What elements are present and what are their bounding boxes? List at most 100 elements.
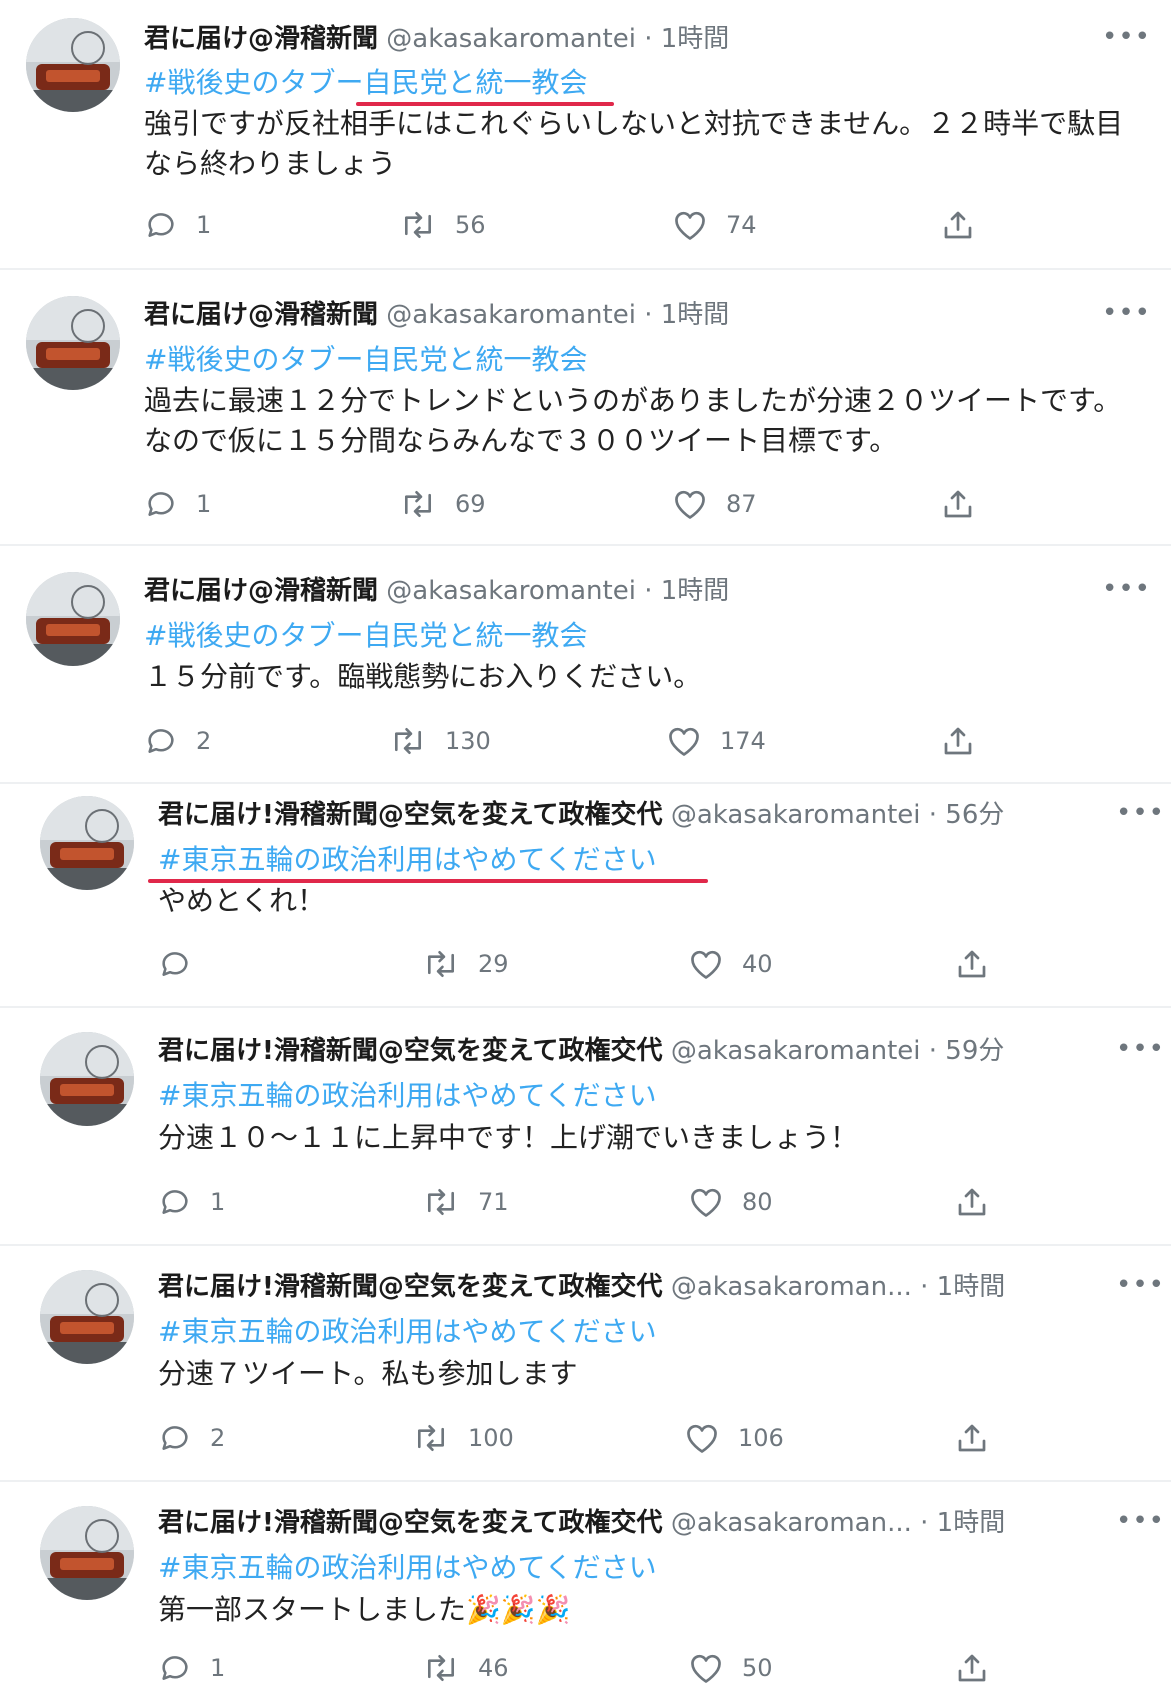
hashtag-link[interactable]: #東京五輪の政治利用はやめてください [158,1314,657,1350]
share-button[interactable] [954,1418,990,1458]
avatar[interactable] [26,18,120,112]
share-icon [954,1420,990,1456]
share-button[interactable] [940,205,976,245]
tweet[interactable]: 君に届け@滑稽新聞 @akasakaromantei · 1時間 ••• #戦後… [0,544,1171,784]
retweet-button[interactable]: 71 [422,1182,509,1222]
hashtag-link[interactable]: #東京五輪の政治利用はやめてください [158,842,657,878]
hashtag-link[interactable]: #東京五輪の政治利用はやめてください [158,1078,657,1114]
like-button[interactable]: 74 [672,205,757,245]
avatar[interactable] [40,1032,134,1126]
display-name[interactable]: 君に届け@滑稽新聞 [144,576,378,606]
like-button[interactable]: 106 [684,1418,784,1458]
retweet-button[interactable]: 130 [389,721,491,761]
tweet-actions: 2 100 106 [158,1418,1058,1458]
user-handle[interactable]: @akasakaromantei [671,800,921,830]
tweet[interactable]: 君に届け!滑稽新聞@空気を変えて政権交代 @akasakaroman... · … [0,1244,1171,1482]
share-button[interactable] [954,1648,990,1688]
retweet-button[interactable]: 46 [422,1648,509,1688]
timestamp[interactable]: · 56分 [929,800,1005,830]
timestamp[interactable]: · 1時間 [920,1508,1005,1538]
user-handle[interactable]: @akasakaromantei [386,24,636,54]
timestamp[interactable]: · 1時間 [644,576,729,606]
reply-button[interactable]: 1 [158,1648,225,1688]
user-handle[interactable]: @akasakaroman... [671,1272,912,1302]
more-options-icon[interactable]: ••• [1116,1270,1165,1300]
tweet[interactable]: 君に届け@滑稽新聞 @akasakaromantei · 1時間 ••• #戦後… [0,0,1171,268]
user-handle[interactable]: @akasakaromantei [386,300,636,330]
more-options-icon[interactable]: ••• [1116,798,1165,828]
retweet-count: 69 [455,490,486,518]
display-name[interactable]: 君に届け!滑稽新聞@空気を変えて政権交代 [158,1272,663,1302]
tweet[interactable]: 君に届け@滑稽新聞 @akasakaromantei · 1時間 ••• #戦後… [0,268,1171,546]
timestamp[interactable]: · 1時間 [920,1272,1005,1302]
user-handle[interactable]: @akasakaromantei [671,1036,921,1066]
timestamp[interactable]: · 1時間 [644,24,729,54]
like-button[interactable]: 174 [666,721,766,761]
reply-icon [158,1651,192,1685]
tweet-text: やめとくれ！ [158,884,326,917]
tweet-actions: 2 130 174 [144,721,1044,761]
hashtag-link[interactable]: #戦後史のタブー自民党と統一教会 [144,618,587,654]
more-options-icon[interactable]: ••• [1102,22,1151,52]
share-button[interactable] [954,944,990,984]
reply-button[interactable]: 1 [158,1182,225,1222]
more-options-icon[interactable]: ••• [1116,1506,1165,1536]
user-handle[interactable]: @akasakaromantei [386,576,636,606]
display-name[interactable]: 君に届け!滑稽新聞@空気を変えて政権交代 [158,800,663,830]
avatar[interactable] [26,296,120,390]
like-icon [684,1421,720,1455]
retweet-icon [422,947,460,981]
display-name[interactable]: 君に届け@滑稽新聞 [144,300,378,330]
retweet-button[interactable]: 69 [399,484,486,524]
like-button[interactable]: 40 [688,944,773,984]
avatar[interactable] [40,1506,134,1600]
display-name[interactable]: 君に届け!滑稽新聞@空気を変えて政権交代 [158,1508,663,1538]
like-button[interactable]: 80 [688,1182,773,1222]
share-button[interactable] [940,721,976,761]
user-handle[interactable]: @akasakaroman... [671,1508,912,1538]
avatar[interactable] [40,1270,134,1364]
tweet[interactable]: 君に届け!滑稽新聞@空気を変えて政権交代 @akasakaroman... · … [0,1480,1171,1689]
more-options-icon[interactable]: ••• [1116,1034,1165,1064]
share-button[interactable] [954,1182,990,1222]
tweet[interactable]: 君に届け!滑稽新聞@空気を変えて政権交代 @akasakaromantei · … [0,1006,1171,1246]
reply-button[interactable] [158,944,210,984]
more-options-icon[interactable]: ••• [1102,298,1151,328]
more-options-icon[interactable]: ••• [1102,574,1151,604]
tweet-header: 君に届け!滑稽新聞@空気を変えて政権交代 @akasakaromantei · … [158,1034,1004,1068]
reply-count: 2 [196,727,212,755]
share-icon [954,1650,990,1686]
reply-button[interactable]: 1 [144,484,211,524]
reply-button[interactable]: 2 [144,721,211,761]
timestamp[interactable]: · 59分 [929,1036,1005,1066]
retweet-icon [422,1185,460,1219]
tweet-actions: 29 40 [158,944,1058,984]
hashtag-link[interactable]: #戦後史のタブー自民党と統一教会 [144,65,587,101]
like-count: 40 [742,950,773,978]
share-button[interactable] [940,484,976,524]
retweet-icon [399,208,437,242]
retweet-button[interactable]: 29 [422,944,509,984]
timestamp[interactable]: · 1時間 [644,300,729,330]
reply-icon [158,947,192,981]
avatar[interactable] [26,572,120,666]
like-button[interactable]: 87 [672,484,757,524]
display-name[interactable]: 君に届け!滑稽新聞@空気を変えて政権交代 [158,1036,663,1066]
tweet-header: 君に届け!滑稽新聞@空気を変えて政権交代 @akasakaromantei · … [158,798,1004,832]
retweet-button[interactable]: 100 [412,1418,514,1458]
share-icon [940,207,976,243]
like-count: 87 [726,490,757,518]
like-button[interactable]: 50 [688,1648,773,1688]
retweet-icon [389,724,427,758]
tweet-text: １５分前です。臨戦態勢にお入りください。 [144,660,702,693]
hashtag-link[interactable]: #東京五輪の政治利用はやめてください [158,1550,657,1586]
like-icon [688,1185,724,1219]
tweet-header: 君に届け!滑稽新聞@空気を変えて政権交代 @akasakaroman... · … [158,1506,1005,1540]
hashtag-link[interactable]: #戦後史のタブー自民党と統一教会 [144,342,587,378]
avatar[interactable] [40,796,134,890]
reply-button[interactable]: 1 [144,205,211,245]
display-name[interactable]: 君に届け@滑稽新聞 [144,24,378,54]
tweet[interactable]: 君に届け!滑稽新聞@空気を変えて政権交代 @akasakaromantei · … [0,782,1171,1008]
retweet-button[interactable]: 56 [399,205,486,245]
reply-button[interactable]: 2 [158,1418,225,1458]
